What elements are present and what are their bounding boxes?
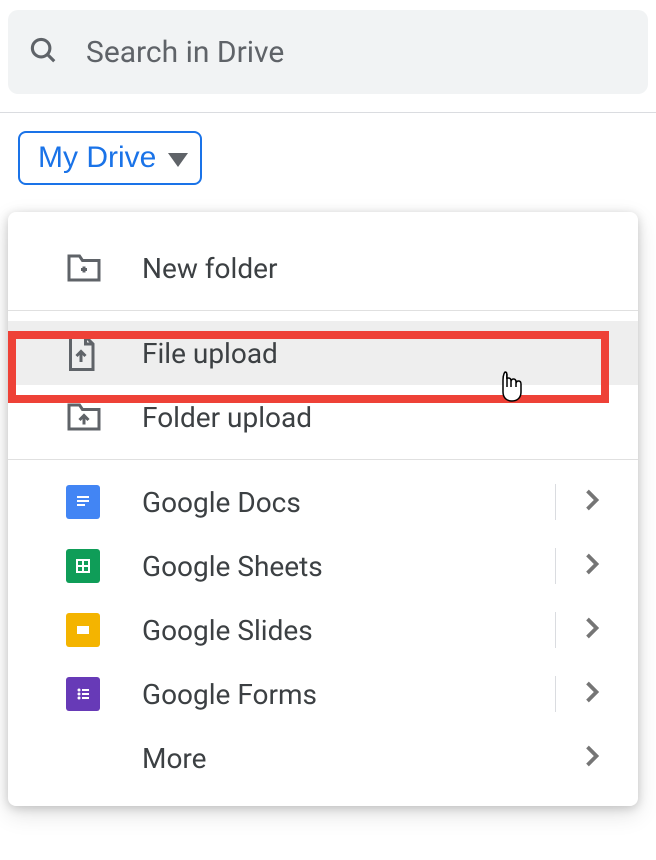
google-sheets-icon (66, 549, 114, 583)
menu-label: More (114, 742, 584, 775)
menu-item-google-slides[interactable]: Google Slides (8, 598, 638, 662)
search-bar[interactable] (8, 10, 648, 94)
chevron-right-icon (584, 552, 608, 580)
search-icon (28, 35, 58, 69)
my-drive-label: My Drive (38, 141, 156, 175)
submenu-divider (555, 548, 556, 584)
menu-label: Google Forms (114, 678, 555, 711)
menu-item-folder-upload[interactable]: Folder upload (8, 385, 638, 449)
menu-item-new-folder[interactable]: New folder (8, 236, 638, 300)
chevron-right-icon (584, 744, 608, 772)
menu-label: Google Docs (114, 486, 555, 519)
chevron-right-icon (584, 488, 608, 516)
menu-label: New folder (114, 252, 608, 285)
submenu-divider (555, 484, 556, 520)
menu-label: File upload (114, 337, 608, 370)
new-menu: New folder File upload Folder upload (8, 212, 638, 806)
chevron-right-icon (584, 680, 608, 708)
google-docs-icon (66, 485, 114, 519)
menu-divider (8, 459, 638, 460)
google-forms-icon (66, 677, 114, 711)
submenu-divider (555, 612, 556, 648)
menu-item-file-upload[interactable]: File upload (8, 321, 638, 385)
submenu-divider (555, 676, 556, 712)
menu-item-google-docs[interactable]: Google Docs (8, 470, 638, 534)
search-input[interactable] (86, 35, 628, 70)
divider (0, 112, 656, 113)
menu-item-more[interactable]: More (8, 726, 638, 790)
new-folder-icon (66, 253, 114, 283)
menu-label: Google Sheets (114, 550, 555, 583)
menu-item-google-forms[interactable]: Google Forms (8, 662, 638, 726)
chevron-right-icon (584, 616, 608, 644)
menu-item-google-sheets[interactable]: Google Sheets (8, 534, 638, 598)
menu-label: Google Slides (114, 614, 555, 647)
folder-upload-icon (66, 402, 114, 432)
dropdown-arrow-icon (168, 141, 188, 175)
file-upload-icon (66, 335, 114, 371)
my-drive-dropdown[interactable]: My Drive (18, 131, 202, 185)
menu-label: Folder upload (114, 401, 608, 434)
google-slides-icon (66, 613, 114, 647)
menu-divider (8, 310, 638, 311)
